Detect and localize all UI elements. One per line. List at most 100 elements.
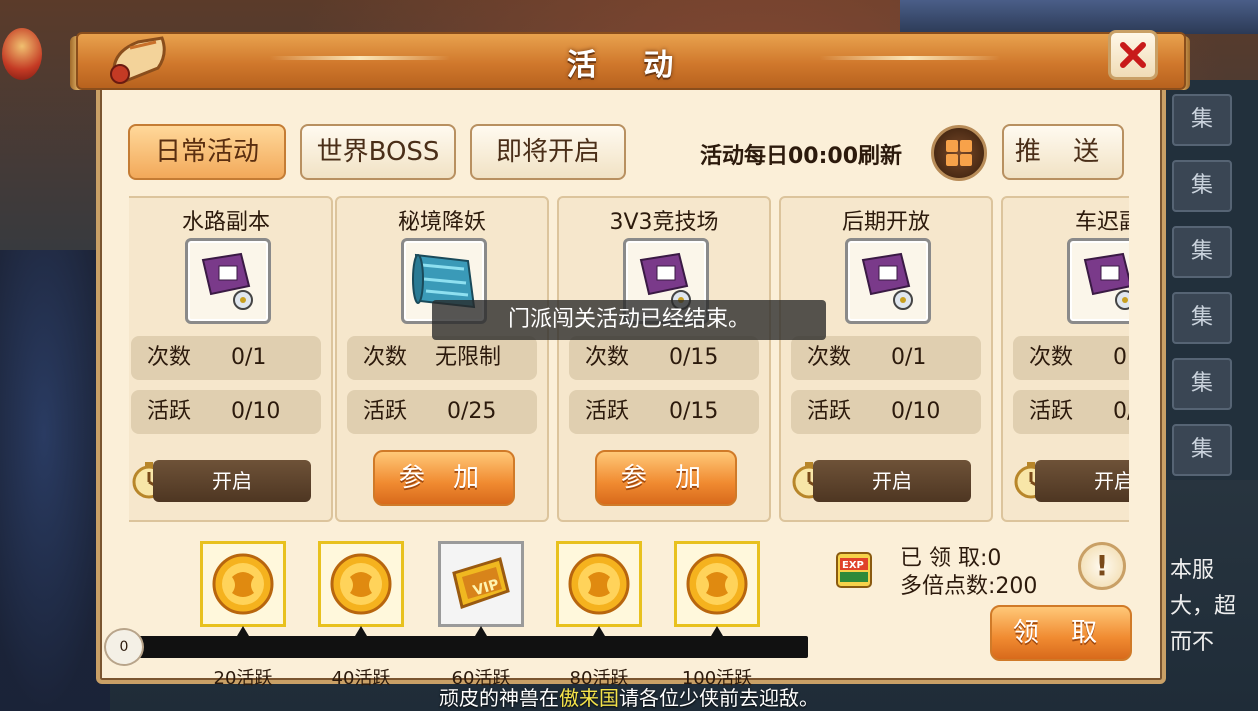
side-slot-icon: 集 xyxy=(1172,160,1232,212)
open-time-button[interactable]: 开启 xyxy=(813,460,971,502)
milestone-tick xyxy=(237,626,249,636)
count-value: 0/1 xyxy=(231,345,267,370)
scroll-icon xyxy=(861,252,913,310)
side-slot-icon: 集 xyxy=(1172,94,1232,146)
progress-start-marker: 0 xyxy=(104,628,144,666)
count-label: 次数 xyxy=(585,345,630,370)
reward-chest-40[interactable] xyxy=(318,541,404,627)
activity-icon-frame[interactable] xyxy=(845,238,931,324)
count-value: 0/1 xyxy=(891,345,927,370)
menu-grid-button[interactable] xyxy=(931,125,987,181)
toast-message: 门派闯关活动已经结束。 xyxy=(432,300,826,340)
side-slot-icon: 集 xyxy=(1172,358,1232,410)
count-label: 次数 xyxy=(1029,345,1074,370)
broadcast-text: 请各位少侠前去迎敌。 xyxy=(619,686,819,710)
side-slot-icon: 集 xyxy=(1172,424,1232,476)
count-label: 次数 xyxy=(807,345,852,370)
count-value: 0 xyxy=(1113,345,1127,370)
push-button[interactable]: 推 送 xyxy=(1002,124,1124,180)
activity-points-row: 活跃 0/25 xyxy=(347,390,537,434)
activity-points-value: 0/25 xyxy=(447,399,497,424)
coin-icon xyxy=(212,553,274,615)
activity-card: 3V3竞技场 次数 0/15 活跃 0/15 参 加 xyxy=(557,196,771,522)
activity-points-row: 活跃 0/15 xyxy=(569,390,759,434)
open-time-button[interactable]: 开启 xyxy=(153,460,311,502)
reward-chest-20[interactable] xyxy=(200,541,286,627)
exp-boost-icon: EXP xyxy=(836,552,872,588)
activity-points-value: 0/15 xyxy=(669,399,719,424)
multiplier-points: 多倍点数:200 xyxy=(900,568,1037,600)
activity-points-row: 活跃 0/10 xyxy=(131,390,321,434)
reward-chest-100[interactable] xyxy=(674,541,760,627)
side-chat-text: 大，超 xyxy=(1170,594,1237,619)
activity-points-label: 活跃 xyxy=(585,399,630,424)
activity-card: 秘境降妖 次数 无限制 活跃 0/25 参 加 xyxy=(335,196,549,522)
count-label: 次数 xyxy=(363,345,408,370)
count-row: 次数 无限制 xyxy=(347,336,537,380)
activity-icon-frame[interactable] xyxy=(185,238,271,324)
activity-points-label: 活跃 xyxy=(363,399,408,424)
side-chat-text: 本服 xyxy=(1170,558,1215,583)
broadcast-location: 傲来国 xyxy=(559,686,619,710)
activity-points-label: 活跃 xyxy=(807,399,852,424)
activity-points-label: 活跃 xyxy=(1029,399,1074,424)
activity-list[interactable]: 水路副本 次数 0/1 活跃 0/10 开启 秘境降妖 次数 无限制 活跃 0/… xyxy=(129,196,1129,526)
side-slot-icon: 集 xyxy=(1172,292,1232,344)
milestone-tick xyxy=(711,626,723,636)
count-row: 次数 0/1 xyxy=(791,336,981,380)
activity-name: 3V3竞技场 xyxy=(609,210,719,235)
join-button[interactable]: 参 加 xyxy=(373,450,515,506)
count-row: 次数 0/1 xyxy=(131,336,321,380)
count-value: 0/15 xyxy=(669,345,719,370)
info-button[interactable]: ! xyxy=(1078,542,1126,590)
close-icon xyxy=(1120,42,1146,68)
coin-icon xyxy=(568,553,630,615)
activity-points-value: 0/ xyxy=(1113,399,1129,424)
milestone-tick xyxy=(593,626,605,636)
milestone-tick xyxy=(475,626,487,636)
reward-chest-60[interactable]: VIP xyxy=(438,541,524,627)
milestone-tick xyxy=(355,626,367,636)
activity-card: 水路副本 次数 0/1 活跃 0/10 开启 xyxy=(129,196,333,522)
grid-icon xyxy=(946,140,972,166)
open-time-button[interactable]: 开启 xyxy=(1035,460,1129,502)
activity-name: 秘境降妖 xyxy=(397,210,486,235)
dialog-title: 活 动 xyxy=(566,48,692,83)
system-broadcast: 顽皮的神兽在傲来国请各位少侠前去迎敌。 xyxy=(0,682,1258,711)
tab-daily[interactable]: 日常活动 xyxy=(128,124,286,180)
claim-button[interactable]: 领 取 xyxy=(990,605,1132,661)
count-row: 次数 0 xyxy=(1013,336,1129,380)
activity-points-label: 活跃 xyxy=(147,399,192,424)
side-chat-text: 而不 xyxy=(1170,630,1215,655)
activity-progress-bar xyxy=(122,636,808,658)
refresh-notice: 活动每日00:00刷新 xyxy=(700,144,903,169)
count-value: 无限制 xyxy=(435,345,502,370)
tab-coming-soon[interactable]: 即将开启 xyxy=(470,124,626,180)
multiplier-label: 多倍点数: xyxy=(900,574,996,599)
close-button[interactable] xyxy=(1108,30,1158,80)
tab-world-boss[interactable]: 世界BOSS xyxy=(300,124,456,180)
side-slot-icon: 集 xyxy=(1172,226,1232,278)
scroll-icon xyxy=(1083,252,1129,310)
activity-points-value: 0/10 xyxy=(231,399,281,424)
coin-icon xyxy=(330,553,392,615)
activity-card: 车迟副 次数 0 活跃 0/ 开启 xyxy=(1001,196,1129,522)
activity-name: 车迟副 xyxy=(1074,210,1129,235)
count-label: 次数 xyxy=(147,345,192,370)
activity-card: 后期开放 次数 0/1 活跃 0/10 开启 xyxy=(779,196,993,522)
count-row: 次数 0/15 xyxy=(569,336,759,380)
broadcast-text: 顽皮的神兽在 xyxy=(439,686,559,710)
reward-chest-80[interactable] xyxy=(556,541,642,627)
scene-character xyxy=(0,250,110,711)
coin-icon xyxy=(686,553,748,615)
activity-name: 水路副本 xyxy=(181,210,270,235)
activity-points-row: 活跃 0/10 xyxy=(791,390,981,434)
scroll-icon xyxy=(201,252,253,310)
svg-text:EXP: EXP xyxy=(842,560,864,571)
activity-name: 后期开放 xyxy=(841,210,930,235)
activity-points-row: 活跃 0/ xyxy=(1013,390,1129,434)
join-button[interactable]: 参 加 xyxy=(595,450,737,506)
top-status-strip xyxy=(900,0,1258,34)
activity-icon-frame[interactable] xyxy=(1067,238,1129,324)
multiplier-value: 200 xyxy=(995,574,1038,599)
